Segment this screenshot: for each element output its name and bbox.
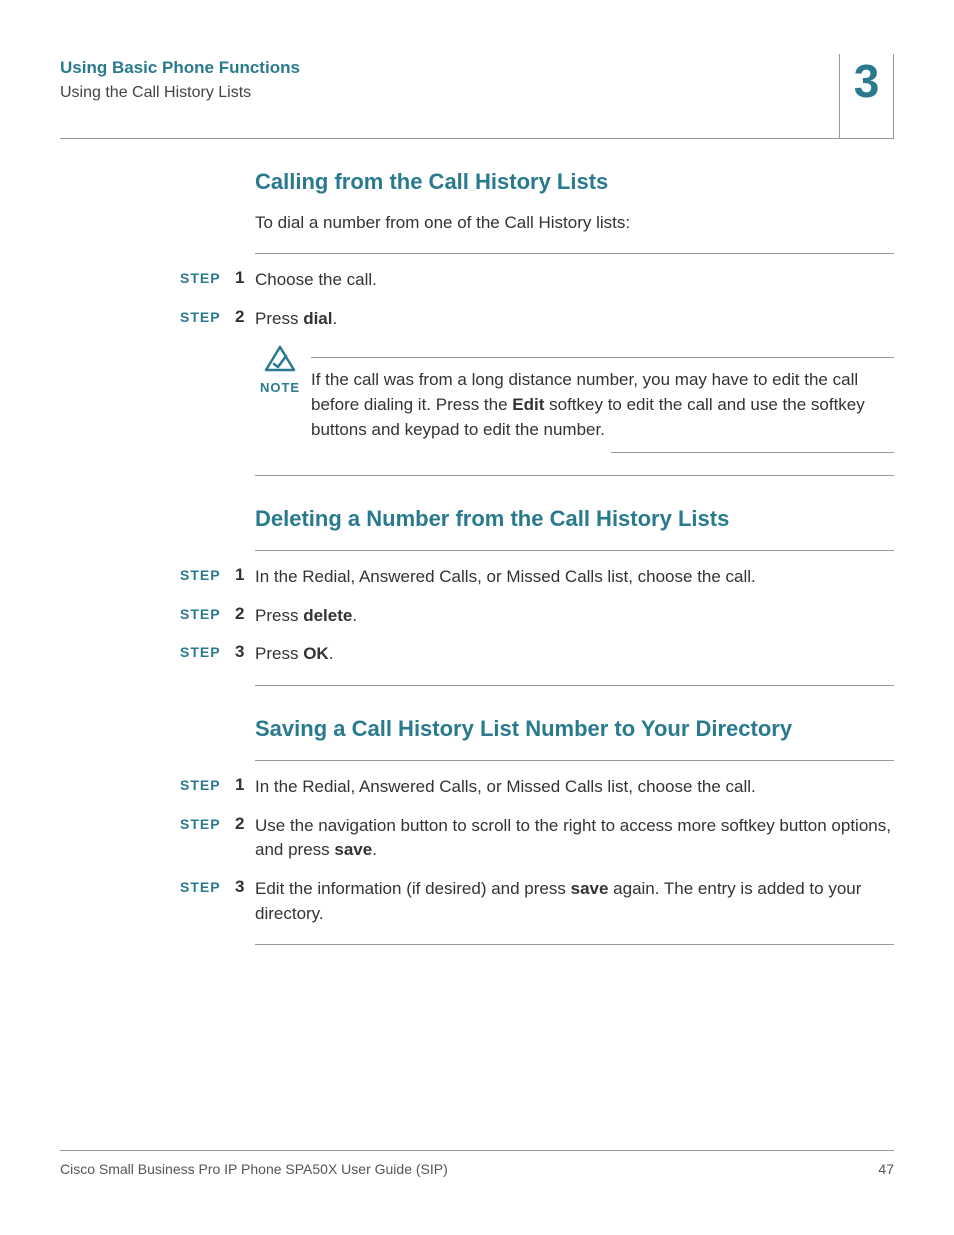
step-number: 3 [235,642,255,662]
footer-doc-title: Cisco Small Business Pro IP Phone SPA50X… [60,1161,448,1177]
step-text: Press dial. [255,307,894,332]
step-number: 2 [235,307,255,327]
calling-intro: To dial a number from one of the Call Hi… [255,213,894,233]
step-text: In the Redial, Answered Calls, or Missed… [255,565,894,590]
step-text: Use the navigation button to scroll to t… [255,814,894,863]
page-header: Using Basic Phone Functions Using the Ca… [60,54,894,139]
section-title-calling: Calling from the Call History Lists [255,169,894,195]
chapter-number-badge: 3 [839,54,894,139]
note-body: If the call was from a long distance num… [311,368,894,442]
step-label: STEP [180,268,235,286]
note-icon [263,345,297,373]
step-label: STEP [180,565,235,583]
step-number: 1 [235,565,255,585]
chapter-number: 3 [854,58,880,104]
header-chapter-title: Using Basic Phone Functions [60,58,300,78]
step-text: Edit the information (if desired) and pr… [255,877,894,926]
section-title-saving: Saving a Call History List Number to You… [255,716,894,742]
divider [255,685,894,686]
step-row: STEP 2 Use the navigation button to scro… [180,814,894,863]
divider [255,550,894,551]
divider [611,452,894,453]
step-text: Choose the call. [255,268,894,293]
step-number: 2 [235,814,255,834]
step-row: STEP 2 Press dial. [180,307,894,332]
header-section-title: Using the Call History Lists [60,84,300,102]
section-title-deleting: Deleting a Number from the Call History … [255,506,894,532]
calling-steps: STEP 1 Choose the call. STEP 2 Press dia… [180,268,894,331]
step-row: STEP 1 In the Redial, Answered Calls, or… [180,775,894,800]
step-row: STEP 1 In the Redial, Answered Calls, or… [180,565,894,590]
step-text: Press OK. [255,642,894,667]
divider [255,944,894,945]
step-label: STEP [180,814,235,832]
deleting-steps: STEP 1 In the Redial, Answered Calls, or… [180,565,894,667]
page-footer: Cisco Small Business Pro IP Phone SPA50X… [60,1150,894,1177]
footer-page-number: 47 [878,1161,894,1177]
step-number: 1 [235,268,255,288]
saving-steps: STEP 1 In the Redial, Answered Calls, or… [180,775,894,926]
step-row: STEP 1 Choose the call. [180,268,894,293]
note-block: NOTE If the call was from a long distanc… [255,345,894,453]
divider [255,760,894,761]
step-label: STEP [180,307,235,325]
step-text: In the Redial, Answered Calls, or Missed… [255,775,894,800]
step-number: 2 [235,604,255,624]
step-text: Press delete. [255,604,894,629]
step-row: STEP 3 Edit the information (if desired)… [180,877,894,926]
step-label: STEP [180,877,235,895]
divider [255,475,894,476]
step-label: STEP [180,642,235,660]
step-row: STEP 3 Press OK. [180,642,894,667]
step-number: 1 [235,775,255,795]
step-row: STEP 2 Press delete. [180,604,894,629]
step-number: 3 [235,877,255,897]
note-label: NOTE [255,380,305,395]
step-label: STEP [180,775,235,793]
divider [255,253,894,254]
step-label: STEP [180,604,235,622]
divider [311,357,894,358]
